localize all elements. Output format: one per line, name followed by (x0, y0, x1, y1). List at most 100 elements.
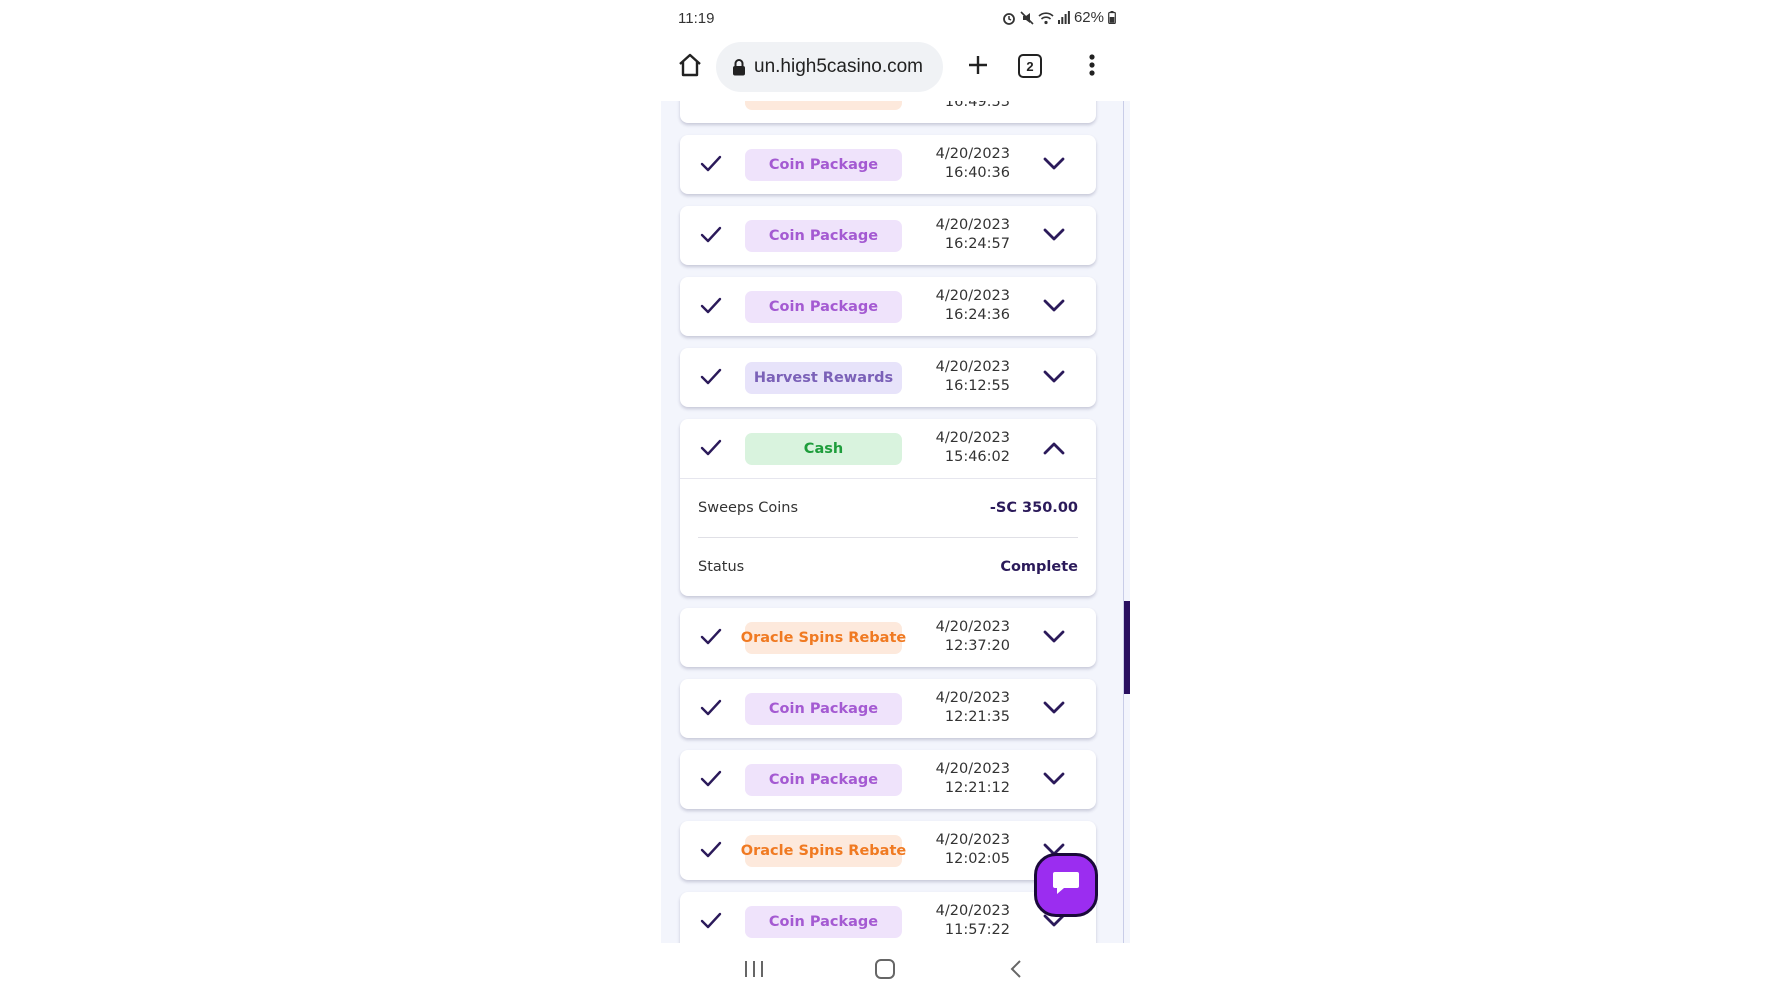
transaction-row-header[interactable]: Coin Package 4/20/2023 16:40:36 (680, 135, 1096, 194)
phone-screen: 11:19 62% un.high5casino.com 2 16:49:53 … (661, 0, 1130, 1000)
battery-percent: 62% (1073, 9, 1104, 26)
scrollbar-thumb[interactable] (1124, 601, 1130, 694)
transaction-datetime: 4/20/2023 12:02:05 (936, 831, 1010, 869)
more-vert-icon (1089, 54, 1095, 80)
transaction-time: 16:40:36 (944, 165, 1010, 181)
transaction-type-badge: Harvest Rewards (745, 362, 902, 394)
transaction-card: Coin Package 4/20/2023 16:24:57 (680, 206, 1096, 265)
chevron-down-icon[interactable] (1043, 771, 1065, 791)
transaction-date: 4/20/2023 (935, 619, 1010, 635)
transaction-datetime: 4/20/2023 16:24:36 (936, 287, 1010, 325)
check-icon (700, 698, 722, 722)
detail-label: Sweeps Coins (698, 500, 799, 516)
chevron-down-icon[interactable] (1043, 700, 1065, 720)
transaction-type-badge: Oracle Spins Rebate (741, 835, 906, 867)
transaction-type-badge: Coin Package (745, 149, 902, 181)
transaction-time: 16:24:57 (944, 236, 1010, 252)
recent-apps-button[interactable] (743, 959, 765, 983)
transaction-time: 16:49:53 (944, 101, 1010, 110)
browser-toolbar: un.high5casino.com 2 (661, 42, 1130, 100)
transaction-card: Oracle Spins Rebate 4/20/2023 12:37:20 (680, 608, 1096, 667)
check-icon (700, 627, 722, 651)
home-button[interactable] (673, 50, 707, 84)
chat-button[interactable] (1034, 853, 1098, 917)
alarm-icon (1002, 11, 1016, 25)
transaction-type-badge: Oracle Spins Rebate (741, 622, 906, 654)
check-icon (700, 296, 722, 320)
transaction-datetime: 4/20/2023 12:21:35 (936, 689, 1010, 727)
home-icon (677, 52, 703, 82)
transaction-date: 4/20/2023 (935, 288, 1010, 304)
home-nav-button[interactable] (874, 959, 896, 983)
transaction-card: Cash 4/20/2023 15:46:02 Sweeps Coins -SC 350… (680, 419, 1096, 596)
home-square-icon (874, 959, 896, 983)
wifi-icon (1038, 11, 1054, 25)
check-icon (700, 911, 722, 935)
transaction-date: 4/20/2023 (935, 903, 1010, 919)
detail-label: Status (698, 559, 745, 575)
transaction-time: 12:37:20 (944, 638, 1010, 654)
transaction-datetime: 4/20/2023 16:12:55 (936, 358, 1010, 396)
transaction-date: 4/20/2023 (935, 761, 1010, 777)
transaction-time: 12:21:12 (944, 780, 1010, 796)
transaction-card: Coin Package 4/20/2023 12:21:35 (680, 679, 1096, 738)
chevron-down-icon[interactable] (1043, 298, 1065, 318)
mute-icon (1020, 10, 1034, 25)
transaction-history-list: Oracle Spins Rebate4/20/202316:49:53Coin… (661, 101, 1123, 943)
detail-value: Complete (1000, 559, 1078, 575)
transaction-type-badge: Coin Package (745, 906, 902, 938)
address-bar[interactable]: un.high5casino.com (716, 42, 943, 92)
check-icon (700, 367, 722, 391)
scrollbar-track[interactable] (1123, 101, 1130, 943)
transaction-details: Sweeps Coins -SC 350.00 Status Complete (680, 478, 1096, 596)
transaction-row-header[interactable]: Coin Package 4/20/2023 12:21:35 (680, 679, 1096, 738)
transaction-card: Coin Package 4/20/2023 16:40:36 (680, 135, 1096, 194)
transaction-time: 12:21:35 (944, 709, 1010, 725)
transaction-row-header[interactable]: Coin Package 4/20/2023 16:24:57 (680, 206, 1096, 265)
transaction-type-badge: Cash (745, 433, 902, 465)
url-text: un.high5casino.com (754, 56, 923, 77)
chevron-up-icon[interactable] (1043, 440, 1065, 460)
transaction-time: 16:24:36 (944, 307, 1010, 323)
transaction-row-header[interactable]: Coin Package 4/20/2023 16:24:36 (680, 277, 1096, 336)
browser-menu-button[interactable] (1081, 52, 1103, 82)
back-nav-button[interactable] (1008, 959, 1024, 983)
chevron-down-icon[interactable] (1043, 629, 1065, 649)
transaction-date: 4/20/2023 (935, 217, 1010, 233)
transaction-row-header[interactable]: Coin Package 4/20/2023 12:21:12 (680, 750, 1096, 809)
chat-icon (1051, 869, 1081, 901)
status-bar: 11:19 62% (661, 0, 1130, 42)
android-nav-bar (661, 943, 1130, 1000)
check-icon (700, 769, 722, 793)
transaction-card: Oracle Spins Rebate 4/20/202316:49:53 (680, 101, 1096, 123)
transaction-row-header[interactable]: Cash 4/20/2023 15:46:02 (680, 419, 1096, 478)
transaction-type-badge: Oracle Spins Rebate (741, 101, 906, 110)
tab-switcher-button[interactable]: 2 (1018, 54, 1042, 78)
chevron-down-icon[interactable] (1043, 369, 1065, 389)
transaction-datetime: 4/20/2023 16:24:57 (936, 216, 1010, 254)
transaction-date: 4/20/2023 (935, 430, 1010, 446)
transaction-datetime: 4/20/2023 12:37:20 (936, 618, 1010, 656)
chevron-down-icon[interactable] (1043, 101, 1065, 105)
transaction-row-header[interactable]: Oracle Spins Rebate 4/20/202316:49:53 (680, 101, 1096, 123)
check-icon (700, 154, 722, 178)
transaction-time: 15:46:02 (944, 449, 1010, 465)
recent-apps-icon (743, 959, 765, 983)
lock-icon (732, 58, 746, 76)
battery-icon (1108, 11, 1116, 24)
transaction-date: 4/20/2023 (935, 146, 1010, 162)
transaction-datetime: 4/20/2023 15:46:02 (936, 429, 1010, 467)
transaction-card: Coin Package 4/20/2023 12:21:12 (680, 750, 1096, 809)
transaction-row-header[interactable]: Harvest Rewards 4/20/2023 16:12:55 (680, 348, 1096, 407)
chevron-down-icon[interactable] (1043, 227, 1065, 247)
transaction-type-badge: Coin Package (745, 693, 902, 725)
transaction-datetime: 4/20/202316:49:53 (936, 101, 1010, 112)
new-tab-button[interactable] (963, 52, 993, 82)
back-icon (1008, 959, 1024, 983)
detail-value: -SC 350.00 (989, 500, 1078, 516)
transaction-row-header[interactable]: Oracle Spins Rebate 4/20/2023 12:37:20 (680, 608, 1096, 667)
transaction-date: 4/20/2023 (935, 359, 1010, 375)
plus-icon (967, 54, 989, 80)
chevron-down-icon[interactable] (1043, 156, 1065, 176)
signal-icon (1057, 11, 1070, 24)
